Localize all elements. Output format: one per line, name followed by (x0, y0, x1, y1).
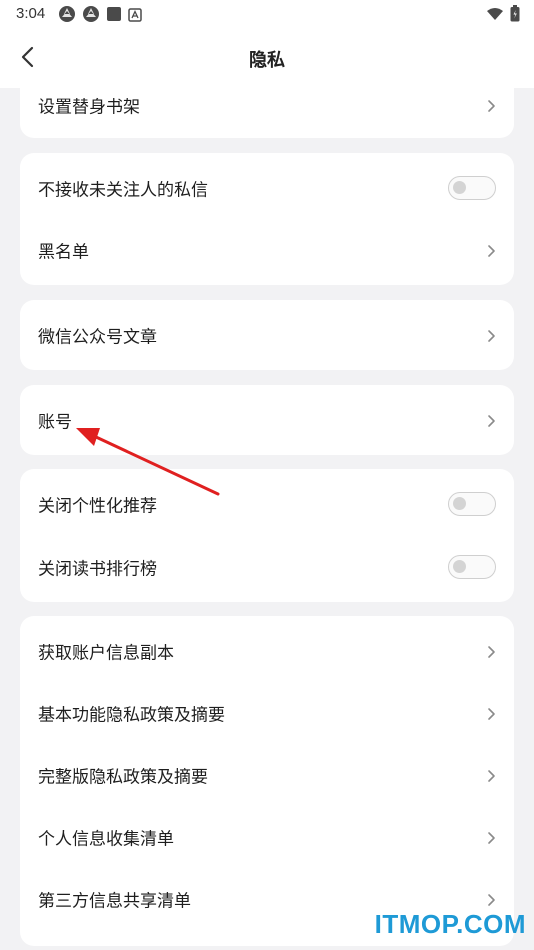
toggle-knob (453, 497, 466, 510)
toggle-knob (453, 181, 466, 194)
status-icons-left (58, 5, 142, 27)
row-full-privacy-policy[interactable]: 完整版隐私政策及摘要 (20, 744, 514, 806)
row-disable-personalized[interactable]: 关闭个性化推荐 (20, 473, 514, 535)
chevron-right-icon (486, 706, 496, 720)
row-personal-info-list[interactable]: 个人信息收集清单 (20, 806, 514, 868)
chevron-right-icon (486, 413, 496, 427)
row-label: 获取账户信息副本 (38, 643, 174, 664)
aperture-icon (58, 5, 76, 27)
row-label: 关闭个性化推荐 (38, 496, 157, 517)
toggle-switch[interactable] (448, 555, 496, 579)
row-label: 账号 (38, 412, 72, 433)
settings-card-messages: 不接收未关注人的私信 黑名单 (20, 153, 514, 285)
row-blacklist[interactable]: 黑名单 (20, 219, 514, 281)
row-basic-privacy-policy[interactable]: 基本功能隐私政策及摘要 (20, 682, 514, 744)
row-substitute-bookshelf[interactable]: 设置替身书架 (20, 88, 514, 138)
row-label: 第三方信息共享清单 (38, 891, 191, 912)
chevron-right-icon (486, 644, 496, 658)
settings-list[interactable]: 设置替身书架 不接收未关注人的私信 黑名单 微信公众号文章 账号 关闭个性化推荐… (0, 88, 534, 950)
settings-card-account: 账号 (20, 385, 514, 455)
row-account[interactable]: 账号 (20, 389, 514, 451)
chevron-right-icon (486, 768, 496, 782)
battery-icon (510, 5, 520, 26)
toggle-switch[interactable] (448, 492, 496, 516)
chevron-right-icon (486, 98, 496, 112)
row-label: 黑名单 (38, 242, 89, 263)
toggle-knob (453, 560, 466, 573)
aperture-icon (82, 5, 100, 27)
watermark-logo: ITMOP.COM (374, 909, 526, 939)
wifi-icon (486, 6, 504, 25)
row-label: 微信公众号文章 (38, 327, 157, 348)
row-label: 完整版隐私政策及摘要 (38, 767, 208, 788)
row-disable-ranking[interactable]: 关闭读书排行榜 (20, 536, 514, 598)
chevron-right-icon (486, 892, 496, 906)
settings-card-recommendation: 关闭个性化推荐 关闭读书排行榜 (20, 469, 514, 602)
nav-bar: 隐私 (0, 30, 534, 88)
chevron-right-icon (486, 243, 496, 257)
chevron-right-icon (486, 328, 496, 342)
settings-card-wechat: 微信公众号文章 (20, 300, 514, 370)
settings-card-bookshelf: 设置替身书架 (20, 88, 514, 138)
status-icons-right (486, 5, 520, 26)
status-time: 3:04 (16, 5, 46, 22)
row-block-stranger-messages[interactable]: 不接收未关注人的私信 (20, 157, 514, 219)
row-label: 设置替身书架 (38, 97, 140, 118)
row-label: 基本功能隐私政策及摘要 (38, 705, 225, 726)
row-wechat-articles[interactable]: 微信公众号文章 (20, 304, 514, 366)
settings-card-privacy-docs: 获取账户信息副本 基本功能隐私政策及摘要 完整版隐私政策及摘要 个人信息收集清单… (20, 616, 514, 946)
a-badge-icon (128, 7, 142, 26)
page-title: 隐私 (249, 50, 285, 71)
row-label: 不接收未关注人的私信 (38, 180, 208, 201)
status-bar: 3:04 (0, 0, 534, 30)
row-account-copy[interactable]: 获取账户信息副本 (20, 620, 514, 682)
row-label: 关闭读书排行榜 (38, 559, 157, 580)
toggle-switch[interactable] (448, 176, 496, 200)
square-icon (106, 6, 122, 26)
chevron-right-icon (486, 830, 496, 844)
row-label: 个人信息收集清单 (38, 829, 174, 850)
